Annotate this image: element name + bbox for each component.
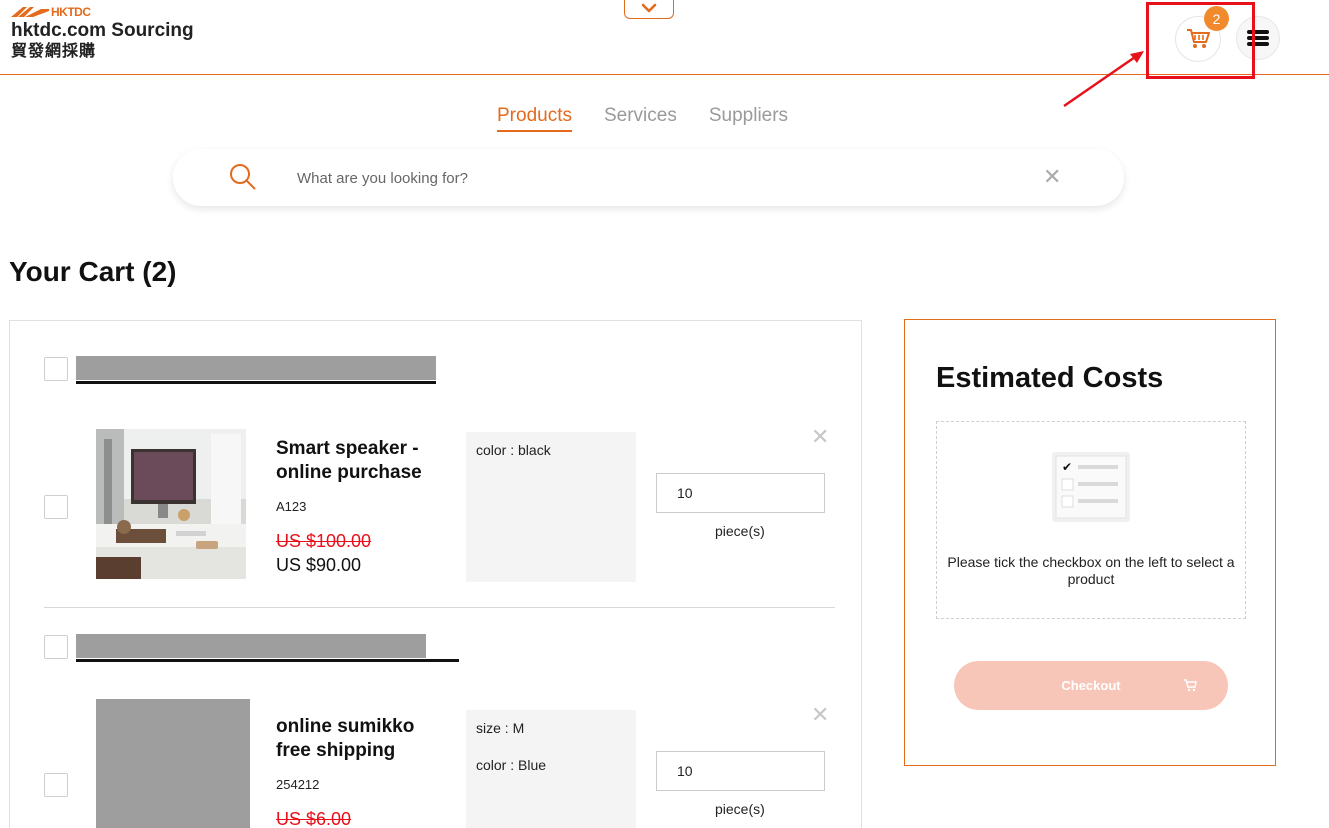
estimated-costs-title: Estimated Costs [936,362,1164,394]
svg-text:✔: ✔ [1062,460,1072,474]
item-2-remove-icon[interactable]: ✕ [811,702,829,728]
item-2-name[interactable]: online sumikko free shipping [276,715,446,763]
logo-title: hktdc.com Sourcing [11,20,194,41]
site-logo[interactable]: HKTDC hktdc.com Sourcing 貿發網採購 [11,4,194,62]
item-2-attributes: size : M color : Blue [466,710,636,828]
search-input[interactable] [297,165,1017,191]
cart-icon [1184,679,1197,692]
tab-suppliers[interactable]: Suppliers [709,105,788,132]
logo-chinese-title: 貿發網採購 [11,43,97,60]
search-category-tabs: Products Services Suppliers [497,105,788,132]
search-icon[interactable] [229,163,257,191]
item-1-attribute-color: color : black [476,442,551,458]
item-1-price: US $90.00 [276,555,362,575]
tab-products[interactable]: Products [497,105,572,132]
cart-title: Your Cart (2) [9,256,177,287]
annotation-highlight-box [1146,2,1255,79]
logo-swoosh-icon [11,7,49,17]
collapse-toggle-button[interactable] [624,0,674,19]
supplier-1-checkbox[interactable] [44,357,68,381]
product-image-placeholder[interactable] [96,699,250,828]
supplier-2-checkbox[interactable] [44,635,68,659]
annotation-arrow-icon [1063,51,1144,108]
redacted-supplier-name [76,634,426,658]
checkout-button[interactable]: Checkout [954,661,1228,710]
item-1-remove-icon[interactable]: ✕ [811,424,829,450]
chevron-down-icon [641,3,657,13]
item-1-code: A123 [276,499,307,514]
item-2-checkbox[interactable] [44,773,68,797]
item-2-code: 254212 [276,777,320,792]
checklist-illustration-icon: ✔ [1052,452,1130,522]
checkout-label: Checkout [1061,678,1121,693]
product-image-smart-speaker[interactable] [96,429,246,579]
group-divider [44,607,835,608]
estimate-empty-state: ✔ Please tick the checkbox on the left t… [936,421,1246,619]
item-2-attribute-size: size : M [476,720,525,736]
tab-services[interactable]: Services [604,105,677,132]
clear-search-icon[interactable]: ✕ [1043,164,1061,190]
search-bar: ✕ [173,149,1124,206]
item-1-original-price: US $100.00 [276,531,372,551]
item-2-quantity-input[interactable]: 10 [656,751,825,791]
item-2-original-price: US $6.00 [276,809,352,828]
supplier-1-name-link[interactable] [76,354,436,384]
item-1-quantity-input[interactable]: 10 [656,473,825,513]
supplier-2-name-link[interactable] [76,631,459,662]
estimate-empty-message: Please tick the checkbox on the left to … [947,554,1235,587]
estimated-costs-panel: Estimated Costs ✔ Please tick the checkb… [904,319,1276,766]
item-1-checkbox[interactable] [44,495,68,519]
redacted-supplier-name [76,356,436,380]
item-1-name[interactable]: Smart speaker - online purchase [276,437,446,485]
page: HKTDC hktdc.com Sourcing 貿發網採購 2 Product… [0,0,1329,828]
item-1-unit: piece(s) [715,523,765,539]
item-2-attribute-color: color : Blue [476,757,547,773]
logo-mark: HKTDC [11,4,194,20]
logo-brand: HKTDC [51,5,91,19]
item-2-unit: piece(s) [715,801,765,817]
cart-items-panel: Smart speaker - online purchase A123 US … [9,320,862,828]
item-1-attributes: color : black [466,432,636,582]
